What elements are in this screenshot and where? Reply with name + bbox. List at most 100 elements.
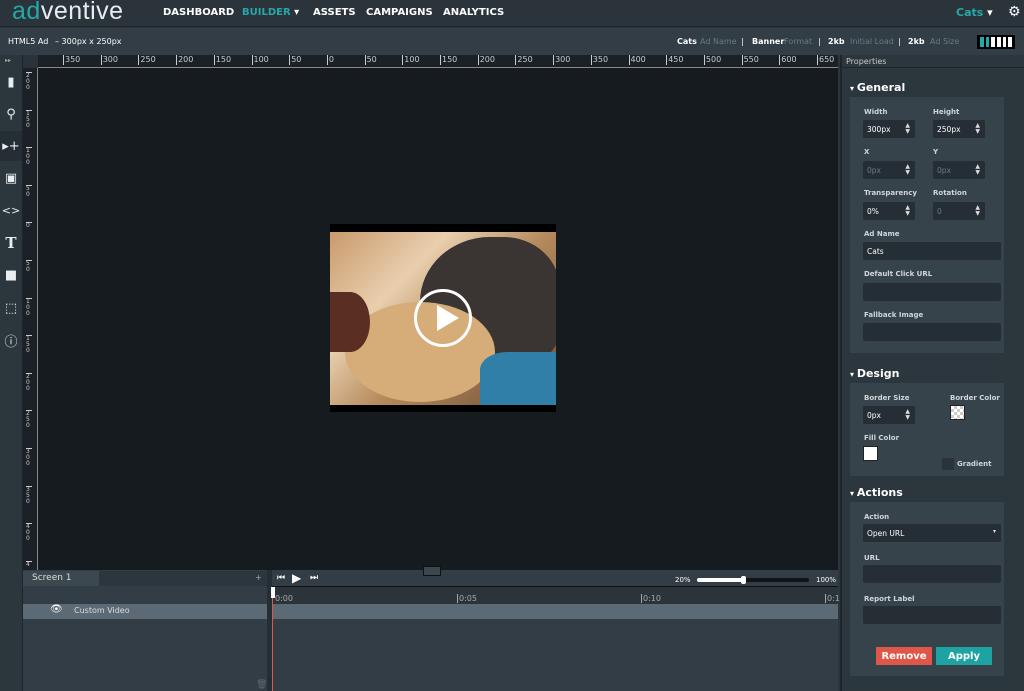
ruler-tick-label: 200 bbox=[477, 55, 495, 65]
ruler-tick-label: 150 bbox=[213, 55, 232, 65]
zoom-slider-handle[interactable] bbox=[740, 576, 746, 584]
remove-button[interactable]: Remove bbox=[876, 647, 932, 665]
flash-icon[interactable]: ⓘ bbox=[0, 325, 22, 355]
stepper-icon[interactable]: ▲ ▼ bbox=[905, 409, 910, 421]
stepper-icon[interactable]: ▲ ▼ bbox=[905, 123, 910, 135]
click-url-label: Default Click URL bbox=[864, 270, 933, 278]
ad-size-value: 2kb bbox=[908, 37, 925, 46]
play-button[interactable]: ▶ bbox=[292, 571, 301, 585]
zoom-max-label: 100% bbox=[816, 576, 837, 584]
zoom-min-label: 20% bbox=[675, 576, 691, 584]
ad-type: HTML5 Ad bbox=[8, 37, 49, 46]
section-design-header[interactable]: ▾ Design bbox=[850, 367, 899, 380]
transparency-input[interactable]: 0% ▲ ▼ bbox=[863, 202, 915, 220]
select-add-icon[interactable]: ▸+ bbox=[0, 131, 22, 161]
stepper-icon[interactable]: ▲ ▼ bbox=[975, 164, 980, 176]
nav-dashboard[interactable]: DASHBOARD bbox=[163, 7, 234, 18]
height-input[interactable]: 250px ▲ ▼ bbox=[933, 120, 985, 138]
ruler-tick-label: 300 bbox=[100, 55, 118, 65]
stepper-icon[interactable]: ▲ ▼ bbox=[905, 205, 910, 217]
ruler-tick-label: 100 bbox=[402, 55, 420, 65]
format-label: Format bbox=[784, 37, 813, 46]
ruler-tick-label: 100 bbox=[26, 147, 32, 166]
border-size-input[interactable]: 0px ▲ ▼ bbox=[863, 406, 915, 424]
ruler-tick-label: 50 bbox=[26, 260, 32, 273]
ruler-tick-label: 4 bbox=[26, 560, 32, 568]
zoom-slider[interactable] bbox=[697, 576, 809, 584]
stepper-icon[interactable]: ▲ ▼ bbox=[905, 164, 910, 176]
action-label: Action bbox=[864, 513, 890, 521]
eye-icon[interactable]: 👁 bbox=[50, 604, 63, 615]
time-ruler[interactable]: 0:00 0:05 0:10 0:1 bbox=[272, 586, 840, 604]
nav-builder[interactable]: BUILDER ▾ bbox=[242, 7, 299, 18]
initial-load-value: 2kb bbox=[828, 37, 845, 46]
apply-button[interactable]: Apply bbox=[936, 647, 992, 665]
image-icon[interactable]: ▣ bbox=[0, 163, 22, 193]
ruler-tick-label: 500 bbox=[703, 55, 722, 65]
trash-icon[interactable]: 🗑 bbox=[256, 680, 267, 690]
border-size-label: Border Size bbox=[864, 394, 910, 402]
ad-name-input[interactable]: Cats bbox=[863, 242, 1001, 260]
ruler-tick-label: 400 bbox=[26, 523, 32, 542]
playhead-handle[interactable] bbox=[271, 587, 275, 598]
skip-forward-icon[interactable]: ⏭ bbox=[310, 573, 318, 583]
selection-icon[interactable]: ⬚ bbox=[0, 293, 22, 323]
play-icon[interactable] bbox=[414, 289, 472, 347]
custom-video-element[interactable] bbox=[330, 224, 556, 412]
nav-analytics[interactable]: ANALYTICS bbox=[443, 7, 504, 18]
collapse-icon: ▾ bbox=[850, 370, 857, 379]
text-icon[interactable]: T bbox=[0, 228, 22, 258]
y-label: Y bbox=[933, 148, 939, 156]
y-input[interactable]: 0px ▲ ▼ bbox=[933, 161, 985, 179]
width-label: Width bbox=[864, 108, 888, 116]
gear-icon[interactable]: ⚙ bbox=[1008, 4, 1021, 20]
stepper-icon[interactable]: ▲ ▼ bbox=[975, 123, 980, 135]
rotation-input[interactable]: 0 ▲ ▼ bbox=[933, 202, 985, 220]
ruler-tick-label: 550 bbox=[741, 55, 759, 65]
search-icon[interactable]: ⚲ bbox=[0, 99, 22, 129]
ruler-corner bbox=[23, 55, 38, 68]
initial-load-label: Initial Load bbox=[850, 37, 894, 46]
nav-campaigns[interactable]: CAMPAIGNS bbox=[366, 7, 433, 18]
ruler-tick-label: 400 bbox=[628, 55, 646, 65]
gradient-checkbox[interactable] bbox=[942, 458, 954, 470]
action-select[interactable]: Open URL ▾ bbox=[863, 524, 1001, 542]
border-color-swatch[interactable] bbox=[950, 405, 965, 420]
ruler-tick-label: 350 bbox=[26, 485, 32, 505]
layer-row[interactable]: 👁 Custom Video bbox=[23, 604, 267, 619]
account-menu[interactable]: Cats ▾ bbox=[956, 6, 993, 19]
divider: | bbox=[818, 37, 821, 46]
report-label-input[interactable] bbox=[863, 606, 1001, 624]
ad-name-value: Cats bbox=[677, 37, 697, 46]
chevron-down-icon: ▾ bbox=[987, 6, 993, 19]
section-general-header[interactable]: ▾ General bbox=[850, 81, 905, 94]
fallback-image-input[interactable] bbox=[863, 323, 1001, 341]
nav-assets[interactable]: ASSETS bbox=[313, 7, 356, 18]
expand-icon[interactable]: ▸▸ bbox=[5, 57, 11, 64]
x-input[interactable]: 0px ▲ ▼ bbox=[863, 161, 915, 179]
format-value: Banner bbox=[752, 37, 785, 46]
page-icon[interactable]: ▮ bbox=[0, 67, 22, 97]
click-url-input[interactable] bbox=[863, 283, 1001, 301]
stepper-icon[interactable]: ▲ ▼ bbox=[975, 205, 980, 217]
resize-handle[interactable] bbox=[423, 566, 441, 576]
code-icon[interactable]: <> bbox=[0, 195, 22, 225]
ruler-tick-label: 150 bbox=[440, 55, 458, 65]
collapse-icon: ▾ bbox=[850, 489, 857, 498]
tab-screen-1[interactable]: Screen 1 bbox=[23, 571, 99, 586]
playhead bbox=[272, 598, 273, 691]
layer-track[interactable] bbox=[272, 604, 838, 619]
rectangle-icon[interactable]: ■ bbox=[0, 260, 22, 290]
fill-color-swatch[interactable] bbox=[863, 446, 878, 461]
ruler-tick-label: 250 bbox=[26, 410, 32, 429]
logo[interactable]: adventive bbox=[12, 0, 124, 26]
ruler-tick-label: 250 bbox=[138, 55, 156, 65]
skip-back-icon[interactable]: ⏮ bbox=[277, 573, 285, 583]
ruler-tick-label: 50 bbox=[289, 55, 302, 65]
tool-sidebar: ▸▸ ▮ ⚲ ▸+ ▣ <> T ■ ⬚ ⓘ bbox=[0, 55, 23, 691]
url-input[interactable] bbox=[863, 565, 1001, 583]
section-actions-header[interactable]: ▾ Actions bbox=[850, 486, 903, 499]
ad-size-meter bbox=[977, 35, 1015, 49]
add-screen-button[interactable]: + bbox=[255, 573, 262, 582]
width-input[interactable]: 300px ▲ ▼ bbox=[863, 120, 915, 138]
